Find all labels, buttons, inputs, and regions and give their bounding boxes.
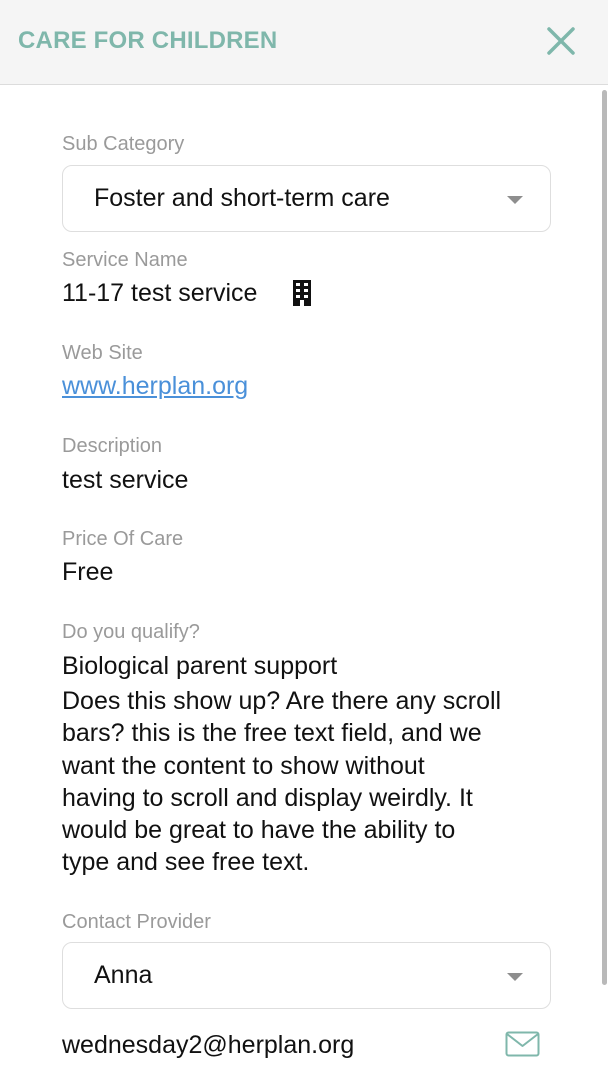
chevron-down-icon: [507, 196, 523, 204]
qualify-value: Biological parent support: [62, 652, 338, 680]
qualify-free-text-line: Does this show up? Are there any scroll: [62, 687, 502, 715]
qualify-free-text-line: bars? this is the free text field, and w…: [62, 719, 482, 747]
sub-category-label: Sub Category: [62, 133, 185, 155]
description-value: test service: [62, 466, 189, 494]
service-name-value: 11-17 test service: [62, 279, 258, 307]
scrollbar[interactable]: [602, 90, 607, 985]
sub-category-value: Foster and short-term care: [94, 184, 390, 212]
qualify-label: Do you qualify?: [62, 621, 200, 643]
price-of-care-label: Price Of Care: [62, 528, 184, 550]
qualify-free-text-line: type and see free text.: [62, 848, 310, 876]
description-label: Description: [62, 435, 163, 457]
building-icon: [293, 280, 311, 306]
mail-icon[interactable]: [505, 1031, 540, 1057]
service-name-label: Service Name: [62, 249, 188, 271]
modal-header: CARE FOR CHILDREN: [0, 0, 608, 85]
contact-provider-select[interactable]: Anna: [62, 942, 551, 1009]
chevron-down-icon: [507, 973, 523, 981]
contact-email: wednesday2@herplan.org: [62, 1031, 355, 1059]
qualify-free-text-line: would be great to have the ability to: [62, 816, 456, 844]
qualify-free-text-line: having to scroll and display weirdly. It: [62, 784, 473, 812]
sub-category-select[interactable]: Foster and short-term care: [62, 165, 551, 232]
web-site-label: Web Site: [62, 342, 143, 364]
web-site-link[interactable]: www.herplan.org: [62, 370, 248, 402]
qualify-free-text-line: want the content to show without: [62, 752, 425, 780]
page-title: CARE FOR CHILDREN: [18, 27, 278, 54]
contact-provider-label: Contact Provider: [62, 911, 211, 933]
close-icon[interactable]: [544, 24, 578, 58]
close-button[interactable]: [544, 24, 578, 58]
price-of-care-value: Free: [62, 558, 114, 586]
contact-provider-value: Anna: [94, 961, 153, 989]
